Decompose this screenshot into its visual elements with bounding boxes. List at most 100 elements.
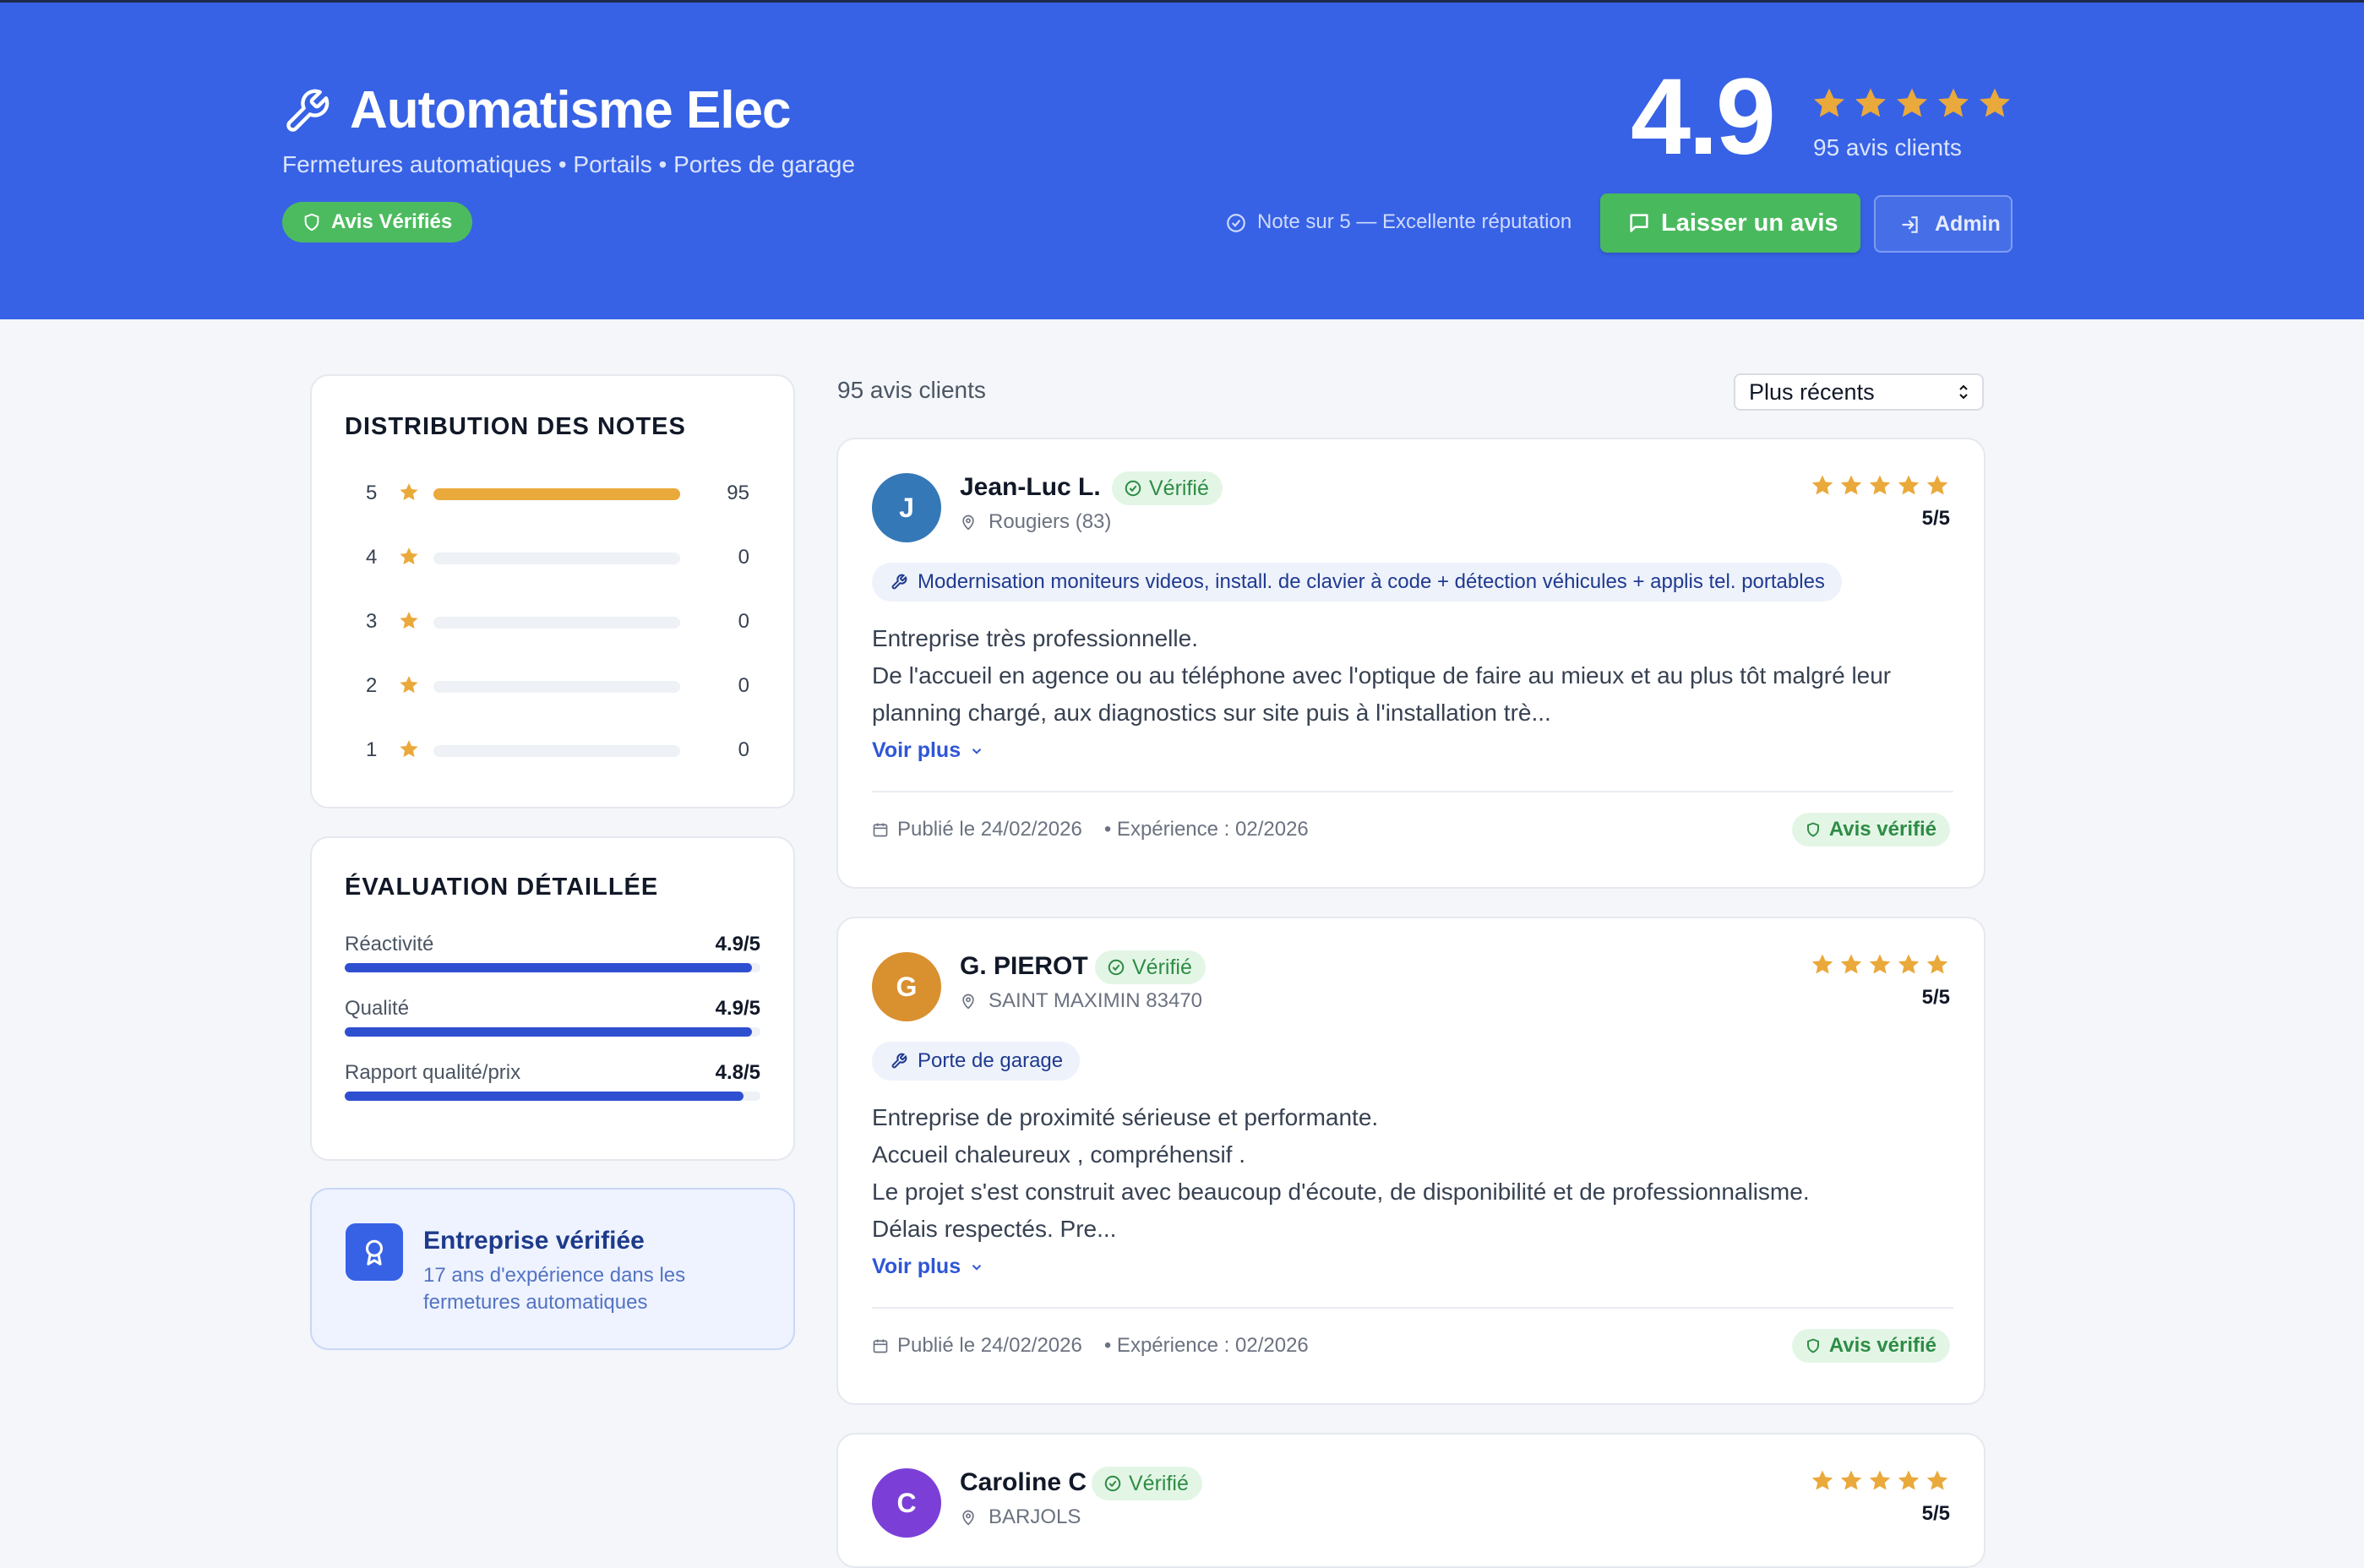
review-meta: Publié le 24/02/2026 • Expérience : 02/20… <box>872 818 1309 841</box>
chevron-down-icon <box>972 749 982 755</box>
review-text: Entreprise très professionnelle. De l'acc… <box>872 620 1953 732</box>
check-circle-icon <box>1125 480 1141 497</box>
award-icon <box>346 1223 403 1281</box>
reviewer-name: Caroline C <box>960 1468 1087 1496</box>
reviewer-location: Rougiers (83) <box>960 510 1111 534</box>
star-icon <box>1896 473 1921 498</box>
distribution-row: 30 <box>312 605 793 639</box>
verified-badge: Vérifié <box>1112 471 1223 505</box>
review-text-line: planning chargé, aux diagnostics sur sit… <box>872 700 1551 726</box>
map-pin-icon <box>962 514 974 531</box>
shield-icon <box>304 213 319 231</box>
review-card: C Caroline C Vérifié BARJOLS 5/5 <box>836 1433 1985 1568</box>
check-circle-icon <box>1108 959 1125 976</box>
sort-select[interactable]: Plus récents <box>1734 373 1984 411</box>
reviewer-location: BARJOLS <box>960 1505 1081 1529</box>
star-icon <box>1976 85 2013 122</box>
distribution-bar <box>433 553 680 564</box>
verified-badge: Vérifié <box>1092 1467 1202 1500</box>
distribution-count: 0 <box>738 674 749 697</box>
star-icon <box>1838 952 1864 977</box>
chevron-down-icon <box>972 1265 982 1271</box>
star-icon <box>398 610 420 632</box>
review-card: J Jean-Luc L. Vérifié Rougiers (83) 5/5 Moder… <box>836 438 1985 889</box>
verified-company-card: Entreprise vérifiée 17 ans d'expérience … <box>310 1188 795 1350</box>
review-text-line: Entreprise de proximité sérieuse et perf… <box>872 1104 1379 1130</box>
reviews-count: 95 avis clients <box>837 377 986 403</box>
evaluation-value: 4.9/5 <box>715 997 760 1020</box>
verified-badge: Vérifié <box>1095 950 1206 984</box>
company-verified-description: 17 ans d'expérience dans les fermetures … <box>423 1264 686 1314</box>
wrench-icon <box>891 1053 907 1069</box>
star-icon <box>398 482 420 504</box>
header-reviews-count: 95 avis clients <box>1813 134 1962 161</box>
review-score: 5/5 <box>1921 1502 1950 1525</box>
detailed-evaluation-card: ÉVALUATION DÉTAILLÉE Réactivité 4.9/5 Qual… <box>310 836 795 1161</box>
review-card: G G. PIEROT Vérifié SAINT MAXIMIN 83470 5/5 P… <box>836 917 1985 1405</box>
distribution-stars-label: 5 <box>366 482 378 504</box>
evaluation-bar <box>345 1092 760 1101</box>
check-circle-icon <box>1227 214 1245 232</box>
chevron-updown-icon <box>1959 384 1968 400</box>
star-icon <box>1893 85 1931 122</box>
leave-review-button[interactable]: Laisser un avis <box>1600 193 1860 253</box>
star-icon <box>1810 473 1835 498</box>
star-icon <box>1925 1468 1950 1494</box>
review-text-line: Accueil chaleureux , compréhensif . <box>872 1141 1245 1168</box>
reviewer-location: SAINT MAXIMIN 83470 <box>960 989 1202 1013</box>
login-icon <box>1902 216 1918 233</box>
distribution-bar <box>433 681 680 693</box>
company-subtitle: Fermetures automatiques • Portails • Por… <box>282 151 855 177</box>
review-score: 5/5 <box>1921 507 1950 530</box>
evaluation-bar <box>345 963 760 972</box>
see-more-link[interactable]: Voir plus <box>872 1255 984 1279</box>
distribution-bar <box>433 617 680 629</box>
rating-note: Note sur 5 — Excellente réputation <box>1227 210 1571 234</box>
header-stars <box>1811 85 2013 122</box>
star-icon <box>1867 952 1893 977</box>
distribution-stars-label: 1 <box>366 738 378 761</box>
evaluation-row: Rapport qualité/prix 4.8/5 <box>345 1061 760 1103</box>
review-text-line: Délais respectés. Pre... <box>872 1216 1117 1242</box>
shield-icon <box>1806 1338 1819 1353</box>
verified-review-badge: Avis vérifié <box>1791 1329 1950 1363</box>
evaluation-row: Qualité 4.9/5 <box>345 997 760 1039</box>
star-icon <box>1896 952 1921 977</box>
distribution-title: DISTRIBUTION DES NOTES <box>345 413 686 440</box>
see-more-link[interactable]: Voir plus <box>872 738 984 763</box>
review-stars <box>1810 952 1950 977</box>
distribution-count: 0 <box>738 738 749 761</box>
evaluation-bar <box>345 1027 760 1037</box>
review-text: Entreprise de proximité sérieuse et perf… <box>872 1099 1953 1248</box>
reviewer-name: Jean-Luc L. <box>960 473 1101 501</box>
star-icon <box>398 674 420 696</box>
distribution-row: 20 <box>312 669 793 703</box>
admin-button[interactable]: Admin <box>1874 195 2013 253</box>
verified-review-badge: Avis vérifié <box>1791 813 1950 847</box>
avatar: J <box>872 473 941 542</box>
evaluation-label: Rapport qualité/prix <box>345 1061 521 1084</box>
distribution-stars-label: 3 <box>366 610 378 633</box>
star-icon <box>1925 473 1950 498</box>
star-icon <box>1810 1468 1835 1494</box>
star-icon <box>1896 1468 1921 1494</box>
avatar: C <box>872 1468 941 1538</box>
distribution-count: 95 <box>727 482 749 504</box>
wrench-icon <box>286 89 330 132</box>
star-icon <box>1810 952 1835 977</box>
reviewer-name: G. PIEROT <box>960 952 1088 980</box>
average-score: 4.9 <box>1631 57 1776 177</box>
distribution-row: 40 <box>312 541 793 574</box>
distribution-bar <box>433 745 680 757</box>
review-text-line: Entreprise très professionnelle. <box>872 625 1198 651</box>
message-icon <box>1630 214 1648 232</box>
evaluation-value: 4.8/5 <box>715 1061 760 1084</box>
service-chip: Modernisation moniteurs videos, install.… <box>872 563 1842 602</box>
evaluation-row: Réactivité 4.9/5 <box>345 933 760 975</box>
company-verified-title: Entreprise vérifiée <box>423 1227 645 1255</box>
evaluation-label: Réactivité <box>345 933 434 956</box>
review-text-line: De l'accueil en agence ou au téléphone a… <box>872 662 1892 689</box>
review-stars <box>1810 473 1950 498</box>
star-icon <box>1852 85 1889 122</box>
review-score: 5/5 <box>1921 986 1950 1009</box>
